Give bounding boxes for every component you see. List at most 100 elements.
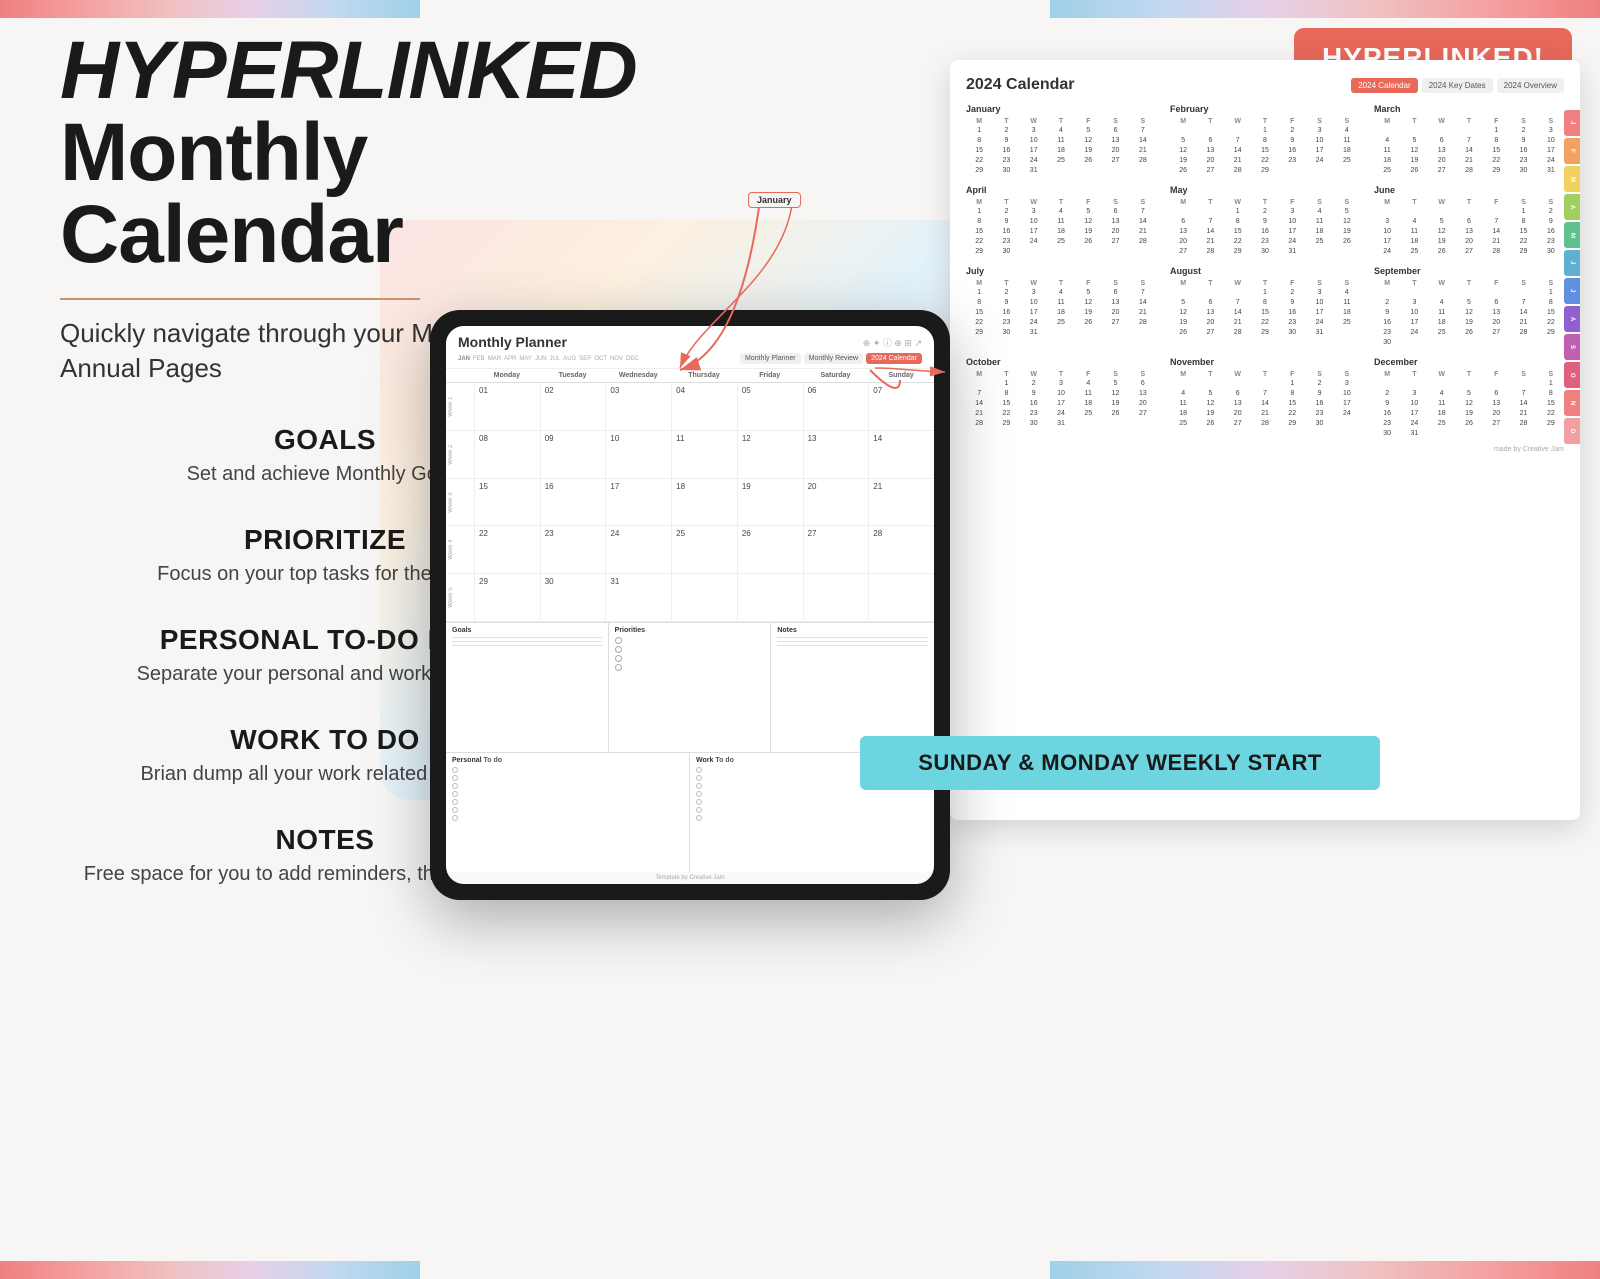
month-tab-nov[interactable]: NOV — [610, 356, 623, 362]
tablet-btn-2024-calendar[interactable]: 2024 Calendar — [866, 353, 922, 364]
work-todo-circle2[interactable] — [696, 775, 702, 781]
annual-day-cell: 9 — [1252, 217, 1278, 226]
annual-nav-btn-calendar[interactable]: 2024 Calendar — [1351, 78, 1417, 93]
annual-day-cell: 25 — [1170, 419, 1196, 428]
tablet-btn-monthly-review[interactable]: Monthly Review — [804, 353, 863, 364]
priority-checkbox2[interactable] — [615, 646, 622, 653]
annual-day-cell: 29 — [1538, 419, 1564, 428]
annual-day-cell: 29 — [1279, 419, 1305, 428]
personal-todo-circle7[interactable] — [452, 815, 458, 821]
annual-month-title-0: January — [966, 104, 1156, 114]
col-wednesday: Wednesday — [605, 369, 671, 382]
month-tab-feb[interactable]: FEB — [473, 356, 485, 362]
bg-stripe-top-right — [1050, 0, 1600, 18]
tablet-btn-monthly-planner[interactable]: Monthly Planner — [740, 353, 801, 364]
month-tab-dec[interactable]: DEC — [626, 356, 639, 362]
personal-todo-circle1[interactable] — [452, 767, 458, 773]
annual-day-cell: 23 — [1538, 237, 1564, 246]
goals-line3 — [452, 645, 602, 646]
month-tab-oct[interactable]: OCT — [594, 356, 607, 362]
annual-day-header-cell: W — [1021, 280, 1047, 287]
annual-day-cell: 10 — [1048, 389, 1074, 398]
annual-day-cell: 17 — [1306, 146, 1332, 155]
work-todo-circle7[interactable] — [696, 815, 702, 821]
month-tab-sep[interactable]: SEP — [579, 356, 591, 362]
annual-month-grid-11: MTWTFSS123456789101112131415161718192021… — [1374, 371, 1564, 438]
title-line1: HYPERLINKED — [60, 30, 590, 112]
annual-day-cell: 31 — [1306, 328, 1332, 337]
annual-day-header-cell: S — [1130, 280, 1156, 287]
annual-day-header-cell: S — [1334, 118, 1360, 125]
annual-day-cell: 28 — [1225, 166, 1251, 175]
annual-day-header-cell: M — [966, 199, 992, 206]
side-tab-mar[interactable]: M — [1564, 166, 1580, 192]
goals-line2 — [452, 641, 602, 642]
month-tab-jan[interactable]: JAN — [458, 356, 470, 362]
annual-nav-btn-overview[interactable]: 2024 Overview — [1497, 78, 1564, 93]
annual-day-cell: 11 — [1374, 146, 1400, 155]
side-tab-may[interactable]: M — [1564, 222, 1580, 248]
annual-day-cell: 6 — [1102, 126, 1128, 135]
day-28: 28 — [868, 526, 934, 573]
personal-todo-circle4[interactable] — [452, 791, 458, 797]
annual-day-cell: 14 — [1225, 308, 1251, 317]
side-tab-jun[interactable]: J — [1564, 250, 1580, 276]
personal-todo-circle3[interactable] — [452, 783, 458, 789]
personal-todo-circle2[interactable] — [452, 775, 458, 781]
side-tab-sep[interactable]: S — [1564, 334, 1580, 360]
annual-nav-btn-keydates[interactable]: 2024 Key Dates — [1422, 78, 1493, 93]
work-todo-circle3[interactable] — [696, 783, 702, 789]
personal-todo-circle6[interactable] — [452, 807, 458, 813]
annual-day-cell: 21 — [1252, 409, 1278, 418]
priority-checkbox1[interactable] — [615, 637, 622, 644]
annual-day-cell: 9 — [1279, 136, 1305, 145]
annual-day-cell: 18 — [1048, 227, 1074, 236]
day-10: 10 — [605, 431, 671, 478]
month-tab-may[interactable]: MAY — [519, 356, 532, 362]
annual-day-cell: 1 — [993, 379, 1019, 388]
work-todo-circle1[interactable] — [696, 767, 702, 773]
title-line2: Monthly Calendar — [60, 112, 590, 276]
work-todo-circle4[interactable] — [696, 791, 702, 797]
side-tab-nov[interactable]: N — [1564, 390, 1580, 416]
annual-day-cell: 6 — [1197, 136, 1223, 145]
side-tab-aug[interactable]: A — [1564, 306, 1580, 332]
annual-day-cell: 3 — [1279, 207, 1305, 216]
annual-day-cell: 19 — [1456, 318, 1482, 327]
annual-day-cell: 28 — [1225, 328, 1251, 337]
annual-day-cell: 1 — [966, 126, 992, 135]
day-empty4 — [868, 574, 934, 621]
annual-day-cell: 2 — [1279, 288, 1305, 297]
annual-day-cell: 7 — [1510, 298, 1536, 307]
side-tab-jul[interactable]: J — [1564, 278, 1580, 304]
month-tab-jul[interactable]: JUL — [550, 356, 561, 362]
personal-todo-circle5[interactable] — [452, 799, 458, 805]
annual-day-cell: 8 — [1510, 217, 1536, 226]
annual-day-cell: 28 — [1510, 328, 1536, 337]
annual-day-cell: 12 — [1075, 298, 1101, 307]
month-tab-apr[interactable]: APR — [504, 356, 516, 362]
side-tab-apr[interactable]: A — [1564, 194, 1580, 220]
annual-day-cell: 7 — [1225, 298, 1251, 307]
annual-day-cell: 23 — [1021, 409, 1047, 418]
annual-day-header-cell: W — [1021, 371, 1047, 378]
annual-day-cell: 4 — [1374, 136, 1400, 145]
annual-day-cell: 16 — [1279, 308, 1305, 317]
priority-checkbox3[interactable] — [615, 655, 622, 662]
annual-day-cell: 31 — [1538, 166, 1564, 175]
side-tab-dec[interactable]: D — [1564, 418, 1580, 444]
annual-day-cell: 23 — [993, 156, 1019, 165]
work-todo-circle5[interactable] — [696, 799, 702, 805]
priority-checkbox4[interactable] — [615, 664, 622, 671]
side-tab-oct[interactable]: O — [1564, 362, 1580, 388]
annual-day-cell: 30 — [993, 328, 1019, 337]
annual-month-grid-7: MTWTFSS123456789101112131415161718192021… — [1170, 280, 1360, 337]
month-tab-mar[interactable]: MAR — [488, 356, 501, 362]
month-tab-aug[interactable]: AUG — [563, 356, 576, 362]
side-tab-feb[interactable]: F — [1564, 138, 1580, 164]
month-tab-jun[interactable]: JUN — [535, 356, 547, 362]
day-17: 17 — [605, 479, 671, 526]
annual-day-cell: 17 — [1538, 146, 1564, 155]
side-tab-jan[interactable]: J — [1564, 110, 1580, 136]
work-todo-circle6[interactable] — [696, 807, 702, 813]
